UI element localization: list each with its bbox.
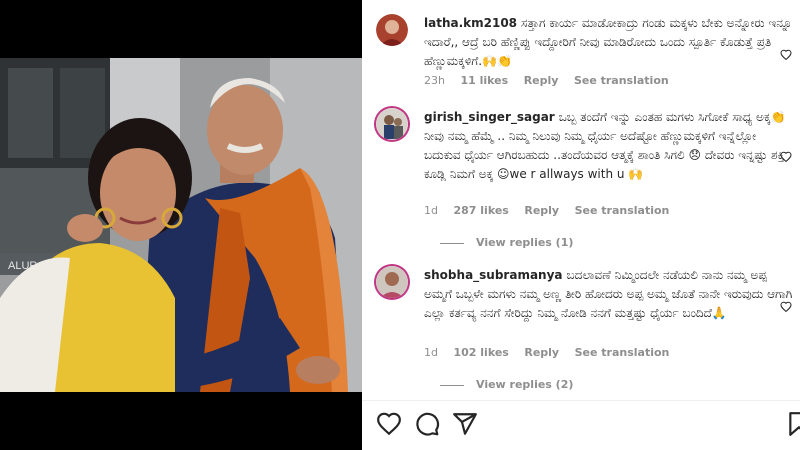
bookmark-icon[interactable] (786, 411, 800, 437)
comment-text: latha.km2108 ಸತ್ತಾಗ ಕಾರ್ಯ ಮಾಡೋಕಾದ್ರು ಗಂಡು… (424, 14, 796, 71)
reply-button[interactable]: Reply (524, 74, 559, 87)
avatar[interactable] (376, 108, 408, 140)
view-replies-label: View replies (2) (476, 378, 574, 391)
post-photo: ALUR (0, 58, 362, 392)
see-translation-button[interactable]: See translation (575, 346, 670, 359)
avatar[interactable] (376, 14, 408, 46)
comment-username[interactable]: shobha_subramanya (424, 268, 563, 282)
comment-likes[interactable]: 11 likes (460, 74, 508, 87)
comment-heart-icon[interactable] (780, 46, 792, 61)
comment-likes[interactable]: 102 likes (453, 346, 508, 359)
reply-button[interactable]: Reply (524, 204, 559, 217)
see-translation-button[interactable]: See translation (574, 74, 669, 87)
reply-button[interactable]: Reply (524, 346, 559, 359)
comment-username[interactable]: latha.km2108 (424, 16, 517, 30)
comment-text: shobha_subramanya ಬದಲಾವಣೆ ನಿಮ್ಮಿಂದಲೇ ನಡೆಯ… (424, 266, 796, 323)
view-replies-button[interactable]: View replies (2) (440, 378, 573, 391)
view-replies-button[interactable]: View replies (1) (440, 236, 573, 249)
replies-divider (440, 242, 464, 244)
comment-meta: 23h 11 likes Reply See translation (424, 74, 681, 87)
comment-list[interactable]: latha.km2108 ಸತ್ತಾಗ ಕಾರ್ಯ ಮಾಡೋಕಾದ್ರು ಗಂಡು… (362, 0, 800, 400)
comment-time: 1d (424, 346, 438, 359)
comments-panel: latha.km2108 ಸತ್ತಾಗ ಕಾರ್ಯ ಮಾಡೋಕಾದ್ರು ಗಂಡು… (362, 0, 800, 450)
comment-meta: 1d 287 likes Reply See translation (424, 204, 681, 217)
comment-bubble-icon[interactable] (414, 411, 440, 437)
comment-heart-icon[interactable] (780, 298, 792, 313)
see-translation-button[interactable]: See translation (575, 204, 670, 217)
view-replies-label: View replies (1) (476, 236, 574, 249)
comment-username[interactable]: girish_singer_sagar (424, 110, 555, 124)
heart-icon[interactable] (376, 411, 402, 437)
comment-time: 1d (424, 204, 438, 217)
replies-divider (440, 384, 464, 386)
comment-heart-icon[interactable] (780, 148, 792, 163)
paper-plane-icon[interactable] (452, 411, 478, 437)
comment-likes[interactable]: 287 likes (453, 204, 508, 217)
comment-meta: 1d 102 likes Reply See translation (424, 346, 681, 359)
post-media[interactable]: ALUR (0, 0, 362, 450)
avatar[interactable] (376, 266, 408, 298)
comment-text: girish_singer_sagar ಒಬ್ಬ ತಂದೆಗೆ ಇನ್ನು ಎಂತ… (424, 108, 796, 184)
comment-time: 23h (424, 74, 445, 87)
post-action-bar (362, 401, 800, 450)
